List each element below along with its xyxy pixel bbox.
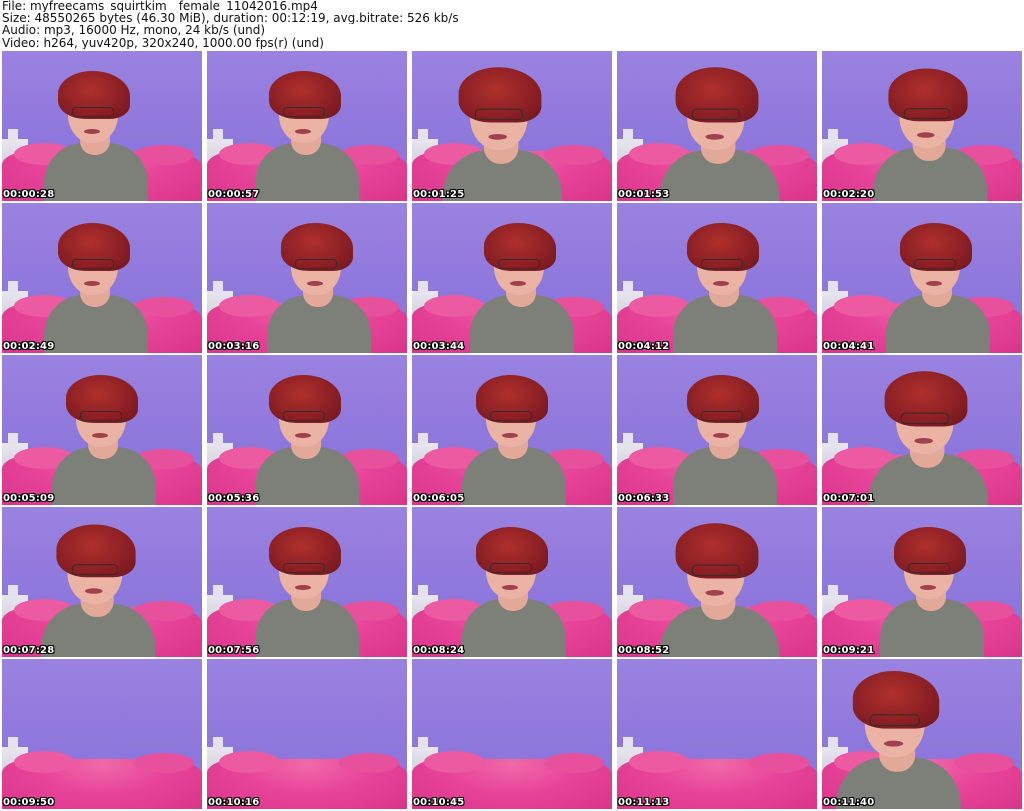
timestamp-label: 00:07:28 <box>3 645 55 656</box>
person <box>247 203 387 353</box>
timestamp-label: 00:09:50 <box>3 797 55 808</box>
thumbnail[interactable]: 00:01:25 <box>412 51 612 201</box>
person <box>450 203 590 353</box>
person <box>637 507 798 657</box>
video-info-line: Video: h264, yuv420p, 320x240, 1000.00 f… <box>2 36 324 49</box>
timestamp-label: 00:11:40 <box>823 797 875 808</box>
timestamp-label: 00:06:05 <box>413 493 465 504</box>
thumbnail[interactable]: 00:05:09 <box>2 355 202 505</box>
thumbnail[interactable]: 00:06:33 <box>617 355 817 505</box>
thumbnail[interactable]: 00:07:56 <box>207 507 407 657</box>
person <box>637 51 798 201</box>
file-size-line: Size: 48550265 bytes (46.30 MiB), durati… <box>2 12 459 25</box>
file-name-line: File: myfreecams_squirtkim__female_11042… <box>2 0 318 13</box>
person <box>442 507 582 657</box>
person <box>24 203 164 353</box>
timestamp-label: 00:04:12 <box>618 341 670 352</box>
thumbnail[interactable]: 00:10:16 <box>207 659 407 809</box>
timestamp-label: 00:01:25 <box>413 189 465 200</box>
person <box>653 355 793 505</box>
person <box>235 507 375 657</box>
thumbnail[interactable]: 00:10:45 <box>412 659 612 809</box>
timestamp-label: 00:07:56 <box>208 645 260 656</box>
timestamp-label: 00:08:24 <box>413 645 465 656</box>
timestamp-label: 00:05:36 <box>208 493 260 504</box>
person <box>235 51 375 201</box>
timestamp-label: 00:03:16 <box>208 341 260 352</box>
audio-info-line: Audio: mp3, 16000 Hz, mono, 24 kb/s (und… <box>2 24 266 37</box>
timestamp-label: 00:02:49 <box>3 341 55 352</box>
thumbnail[interactable]: 00:04:12 <box>617 203 817 353</box>
timestamp-label: 00:09:21 <box>823 645 875 656</box>
thumbnail[interactable]: 00:08:52 <box>617 507 817 657</box>
thumbnail[interactable]: 00:01:53 <box>617 51 817 201</box>
thumbnail[interactable]: 00:09:21 <box>822 507 1022 657</box>
person <box>653 203 793 353</box>
thumbnail[interactable]: 00:03:44 <box>412 203 612 353</box>
person <box>32 355 172 505</box>
thumbnail[interactable]: 00:07:01 <box>822 355 1022 505</box>
thumbnail[interactable]: 00:06:05 <box>412 355 612 505</box>
timestamp-label: 00:02:20 <box>823 189 875 200</box>
person <box>235 355 375 505</box>
timestamp-label: 00:11:13 <box>618 797 670 808</box>
thumbnail[interactable]: 00:11:40 <box>822 659 1022 809</box>
timestamp-label: 00:10:16 <box>208 797 260 808</box>
person <box>866 203 1006 353</box>
thumbnail[interactable]: 00:00:57 <box>207 51 407 201</box>
timestamp-label: 00:05:09 <box>3 493 55 504</box>
timestamp-label: 00:00:28 <box>3 189 55 200</box>
timestamp-label: 00:04:41 <box>823 341 875 352</box>
timestamp-label: 00:06:33 <box>618 493 670 504</box>
person <box>822 659 980 809</box>
thumbnail[interactable]: 00:00:28 <box>2 51 202 201</box>
timestamp-label: 00:00:57 <box>208 189 260 200</box>
timestamp-label: 00:03:44 <box>413 341 465 352</box>
timestamp-label: 00:08:52 <box>618 645 670 656</box>
thumbnail[interactable]: 00:09:50 <box>2 659 202 809</box>
person <box>24 51 164 201</box>
person <box>851 51 1005 201</box>
person <box>420 51 581 201</box>
thumbnail[interactable]: 00:08:24 <box>412 507 612 657</box>
person <box>846 355 1007 505</box>
file-info-header: File: myfreecams_squirtkim__female_11042… <box>2 0 1022 50</box>
timestamp-label: 00:01:53 <box>618 189 670 200</box>
thumbnail-grid: 00:00:28 00:00:57 00:01:25 00:01:53 00:0… <box>2 51 1022 811</box>
thumbnail[interactable]: 00:07:28 <box>2 507 202 657</box>
thumbnail[interactable]: 00:03:16 <box>207 203 407 353</box>
person <box>860 507 1000 657</box>
timestamp-label: 00:10:45 <box>413 797 465 808</box>
thumbnail[interactable]: 00:04:41 <box>822 203 1022 353</box>
person <box>442 355 582 505</box>
thumbnail[interactable]: 00:02:20 <box>822 51 1022 201</box>
person <box>19 507 173 657</box>
thumbnail[interactable]: 00:05:36 <box>207 355 407 505</box>
timestamp-label: 00:07:01 <box>823 493 875 504</box>
thumbnail[interactable]: 00:11:13 <box>617 659 817 809</box>
thumbnail[interactable]: 00:02:49 <box>2 203 202 353</box>
